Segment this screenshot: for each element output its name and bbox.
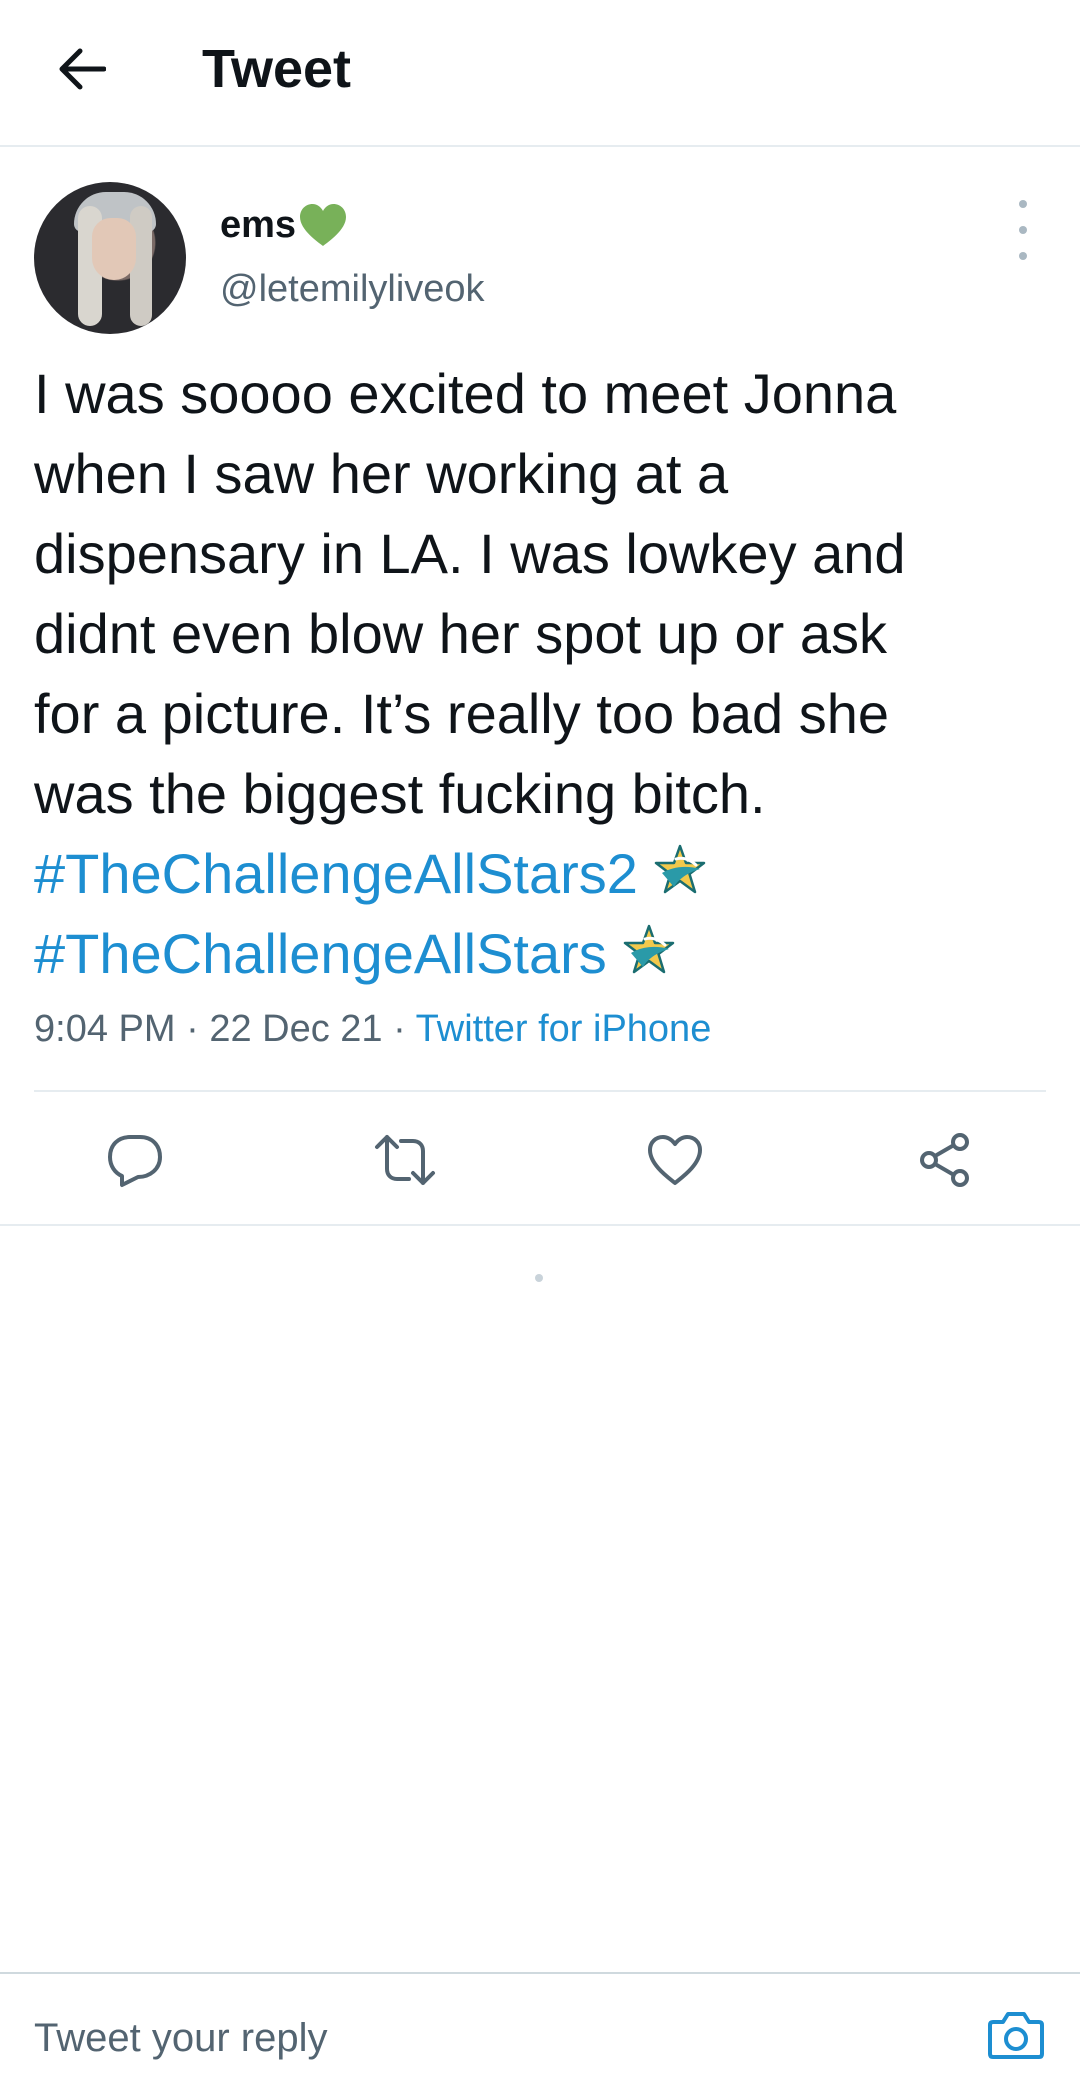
- tweet-body: I was soooo excited to meet Jonna when I…: [34, 354, 1044, 994]
- like-button[interactable]: [630, 1120, 720, 1200]
- share-icon: [920, 1133, 969, 1187]
- heart-outline-icon: [648, 1135, 702, 1185]
- avatar[interactable]: [34, 182, 186, 334]
- retweet-button[interactable]: [360, 1120, 450, 1200]
- retweet-icon: [375, 1135, 435, 1185]
- tweet-text-line: was the biggest fucking bitch.: [34, 762, 766, 825]
- tweet-time: 9:04 PM: [34, 1008, 176, 1050]
- tweet-source-link[interactable]: Twitter for iPhone: [416, 1008, 712, 1050]
- hashtag-line: #TheChallengeAllStars2: [34, 834, 1044, 914]
- reply-button[interactable]: [90, 1120, 180, 1200]
- tweet-date: 22 Dec 21: [209, 1008, 383, 1050]
- more-dot-icon: [1019, 226, 1027, 234]
- author-display-name[interactable]: ems: [220, 202, 348, 248]
- tweet-text-line: for a picture. It’s really too bad she: [34, 682, 889, 745]
- tweet-text-line: I was soooo excited to meet Jonna: [34, 362, 897, 425]
- more-dot-icon: [1019, 252, 1027, 260]
- loading-indicator: [535, 1274, 543, 1282]
- reply-bar: [0, 1972, 1080, 2099]
- divider: [34, 1090, 1046, 1092]
- back-button[interactable]: [40, 28, 122, 110]
- green-heart-icon: [300, 204, 347, 246]
- reply-input[interactable]: [34, 1998, 934, 2078]
- camera-button[interactable]: [976, 1994, 1056, 2074]
- author-handle[interactable]: @letemilyliveok: [220, 268, 485, 311]
- page-title: Tweet: [202, 39, 352, 99]
- tweet-text-line: dispensary in LA. I was lowkey and: [34, 522, 906, 585]
- author-name-text: ems: [220, 203, 297, 246]
- tweet-text-line: didnt even blow her spot up or ask: [34, 602, 887, 665]
- camera-icon: [988, 2012, 1044, 2059]
- hashtag-line: #TheChallengeAllStars: [34, 914, 1044, 994]
- challenge-star-icon: [623, 924, 675, 974]
- more-options-button[interactable]: [1004, 200, 1042, 260]
- meta-separator: ·: [393, 1008, 406, 1050]
- top-app-bar: Tweet: [0, 0, 1080, 147]
- reply-icon: [108, 1135, 162, 1187]
- tweet-meta: 9:04 PM · 22 Dec 21 · Twitter for iPhone: [34, 1008, 711, 1051]
- share-button[interactable]: [900, 1120, 990, 1200]
- arrow-left-icon: [59, 48, 106, 90]
- tweet-text-line: when I saw her working at a: [34, 442, 729, 505]
- divider: [0, 1224, 1080, 1226]
- more-dot-icon: [1019, 200, 1027, 208]
- meta-separator: ·: [186, 1008, 199, 1050]
- challenge-star-icon: [654, 844, 706, 894]
- hashtag-link[interactable]: #TheChallengeAllStars2: [34, 842, 638, 905]
- hashtag-link[interactable]: #TheChallengeAllStars: [34, 922, 607, 985]
